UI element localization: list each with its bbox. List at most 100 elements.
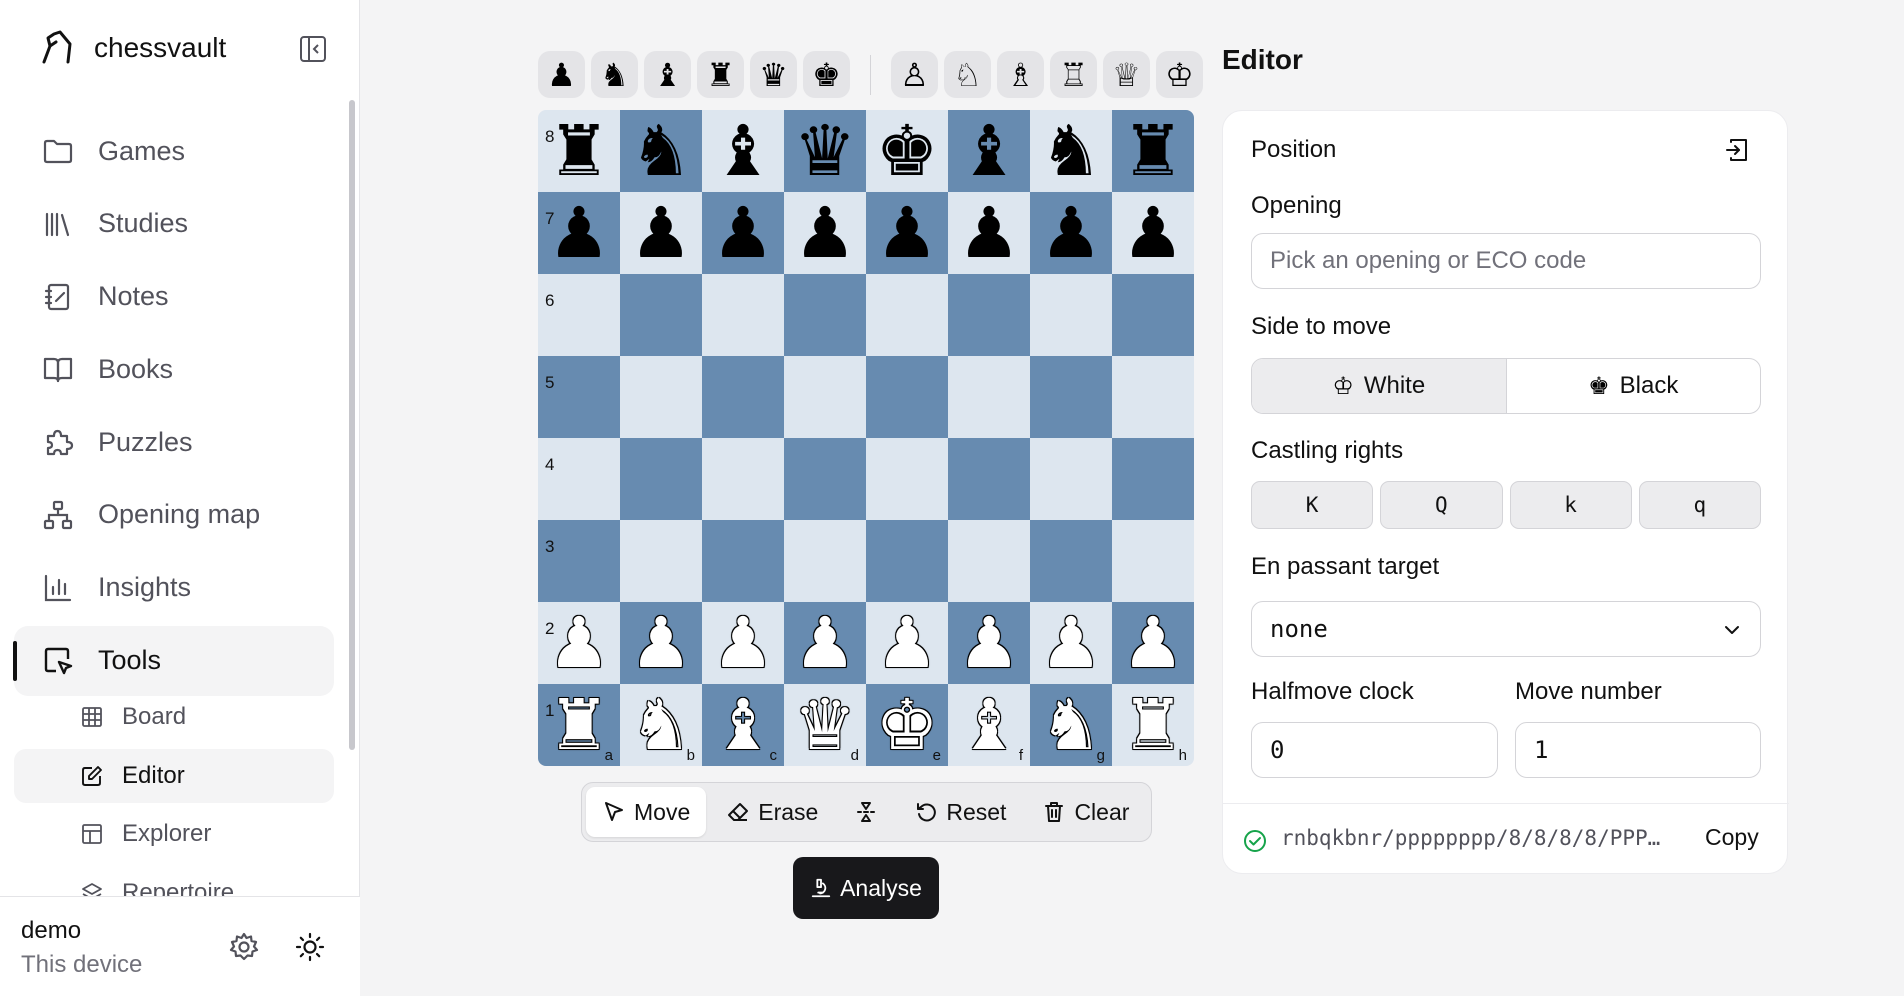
board-square-h6[interactable]	[1112, 274, 1194, 356]
board-square-h5[interactable]	[1112, 356, 1194, 438]
chess-piece[interactable]: ♜	[1122, 690, 1185, 760]
palette-black-queen[interactable]: ♛	[750, 51, 797, 98]
chess-piece[interactable]: ♚	[876, 690, 939, 760]
board-square-b5[interactable]	[620, 356, 702, 438]
board-square-b6[interactable]	[620, 274, 702, 356]
fen-string[interactable]: rnbqkbnr/pppppppp/8/8/8/8/PPPPPPPP/RNBQK…	[1281, 826, 1671, 850]
board-square-g4[interactable]	[1030, 438, 1112, 520]
palette-white-rook[interactable]: ♖	[1050, 51, 1097, 98]
palette-white-knight[interactable]: ♘	[944, 51, 991, 98]
chess-piece[interactable]: ♜	[548, 116, 611, 186]
collapse-sidebar-button[interactable]	[298, 34, 328, 64]
palette-black-rook[interactable]: ♜	[697, 51, 744, 98]
chess-piece[interactable]: ♞	[630, 690, 693, 760]
castle-white-queenside[interactable]: Q	[1380, 481, 1503, 529]
board-square-f2[interactable]: ♟	[948, 602, 1030, 684]
board-square-d3[interactable]	[784, 520, 866, 602]
board-square-a4[interactable]: 4	[538, 438, 620, 520]
sidebar-subitem-repertoire[interactable]: Repertoire	[14, 866, 334, 896]
chess-piece[interactable]: ♟	[794, 608, 857, 678]
board-square-g7[interactable]: ♟	[1030, 192, 1112, 274]
board-square-e1[interactable]: e ♚	[866, 684, 948, 766]
chess-piece[interactable]: ♝	[712, 116, 775, 186]
move-tool-button[interactable]: Move	[586, 787, 707, 837]
chess-piece[interactable]: ♝	[712, 690, 775, 760]
chess-piece[interactable]: ♜	[1122, 116, 1185, 186]
board-square-e4[interactable]	[866, 438, 948, 520]
board-square-c3[interactable]	[702, 520, 784, 602]
chess-piece[interactable]: ♟	[1040, 198, 1103, 268]
chess-piece[interactable]: ♚	[876, 116, 939, 186]
reset-button[interactable]: Reset	[898, 787, 1022, 837]
board-square-e3[interactable]	[866, 520, 948, 602]
board-square-d7[interactable]: ♟	[784, 192, 866, 274]
chess-piece[interactable]: ♝	[958, 690, 1021, 760]
board-square-a7[interactable]: 7 ♟	[538, 192, 620, 274]
board-square-c7[interactable]: ♟	[702, 192, 784, 274]
board-square-b7[interactable]: ♟	[620, 192, 702, 274]
castle-white-kingside[interactable]: K	[1251, 481, 1374, 529]
sidebar-item-insights[interactable]: Insights	[14, 553, 334, 623]
side-black-option[interactable]: ♚ Black	[1505, 359, 1761, 413]
sidebar-subitem-board[interactable]: Board	[14, 690, 334, 744]
clear-button[interactable]: Clear	[1026, 787, 1145, 837]
move-number-input[interactable]: 1	[1515, 722, 1761, 778]
chess-piece[interactable]: ♛	[794, 690, 857, 760]
chess-piece[interactable]: ♞	[630, 116, 693, 186]
chess-board[interactable]: 8 ♜ ♞ ♝ ♛ ♚ ♝ ♞ ♜ 7 ♟ ♟ ♟ ♟ ♟ ♟ ♟ ♟ 6 5 4 3 2 ♟ ♟ ♟ ♟ ♟ ♟ ♟ ♟ 1 a ♜ b ♞ c ♝ d ♛…	[538, 110, 1194, 766]
sidebar-item-books[interactable]: Books	[14, 334, 334, 404]
sidebar-subitem-editor[interactable]: Editor	[14, 748, 334, 803]
opening-search-input[interactable]: Pick an opening or ECO code	[1251, 233, 1761, 289]
board-square-a2[interactable]: 2 ♟	[538, 602, 620, 684]
board-square-d1[interactable]: d ♛	[784, 684, 866, 766]
copy-fen-button[interactable]: Copy	[1705, 824, 1759, 851]
board-square-e6[interactable]	[866, 274, 948, 356]
chess-piece[interactable]: ♟	[1040, 608, 1103, 678]
sidebar-item-opening-map[interactable]: Opening map	[14, 480, 334, 550]
board-square-a1[interactable]: 1 a ♜	[538, 684, 620, 766]
board-square-c6[interactable]	[702, 274, 784, 356]
sidebar-item-games[interactable]: Games	[14, 116, 334, 186]
board-square-b8[interactable]: ♞	[620, 110, 702, 192]
sidebar-item-studies[interactable]: Studies	[14, 189, 334, 259]
castle-black-kingside[interactable]: k	[1509, 481, 1632, 529]
board-square-f6[interactable]	[948, 274, 1030, 356]
import-icon[interactable]	[1723, 136, 1751, 164]
board-square-g3[interactable]	[1030, 520, 1112, 602]
board-square-d8[interactable]: ♛	[784, 110, 866, 192]
board-square-c8[interactable]: ♝	[702, 110, 784, 192]
chess-piece[interactable]: ♟	[794, 198, 857, 268]
board-square-f5[interactable]	[948, 356, 1030, 438]
board-square-a6[interactable]: 6	[538, 274, 620, 356]
board-square-d6[interactable]	[784, 274, 866, 356]
chess-piece[interactable]: ♟	[712, 608, 775, 678]
board-square-g6[interactable]	[1030, 274, 1112, 356]
board-square-g2[interactable]: ♟	[1030, 602, 1112, 684]
board-square-e7[interactable]: ♟	[866, 192, 948, 274]
board-square-h2[interactable]: ♟	[1112, 602, 1194, 684]
palette-black-bishop[interactable]: ♝	[644, 51, 691, 98]
board-square-g5[interactable]	[1030, 356, 1112, 438]
board-square-h1[interactable]: h ♜	[1112, 684, 1194, 766]
chess-piece[interactable]: ♞	[1040, 116, 1103, 186]
gear-icon[interactable]	[228, 931, 260, 963]
sidebar-scrollbar[interactable]	[349, 100, 355, 750]
flip-board-button[interactable]	[838, 787, 894, 837]
castle-black-queenside[interactable]: q	[1638, 481, 1761, 529]
board-square-d2[interactable]: ♟	[784, 602, 866, 684]
board-square-h8[interactable]: ♜	[1112, 110, 1194, 192]
board-square-e2[interactable]: ♟	[866, 602, 948, 684]
chess-piece[interactable]: ♟	[958, 198, 1021, 268]
chess-piece[interactable]: ♞	[1040, 690, 1103, 760]
board-square-a5[interactable]: 5	[538, 356, 620, 438]
halfmove-input[interactable]: 0	[1251, 722, 1498, 778]
palette-white-king[interactable]: ♔	[1156, 51, 1203, 98]
chess-piece[interactable]: ♝	[958, 116, 1021, 186]
sun-icon[interactable]	[294, 931, 326, 963]
palette-black-pawn[interactable]: ♟	[538, 51, 585, 98]
chess-piece[interactable]: ♟	[548, 608, 611, 678]
chess-piece[interactable]: ♟	[712, 198, 775, 268]
chess-piece[interactable]: ♟	[1122, 608, 1185, 678]
board-square-f1[interactable]: f ♝	[948, 684, 1030, 766]
board-square-b1[interactable]: b ♞	[620, 684, 702, 766]
